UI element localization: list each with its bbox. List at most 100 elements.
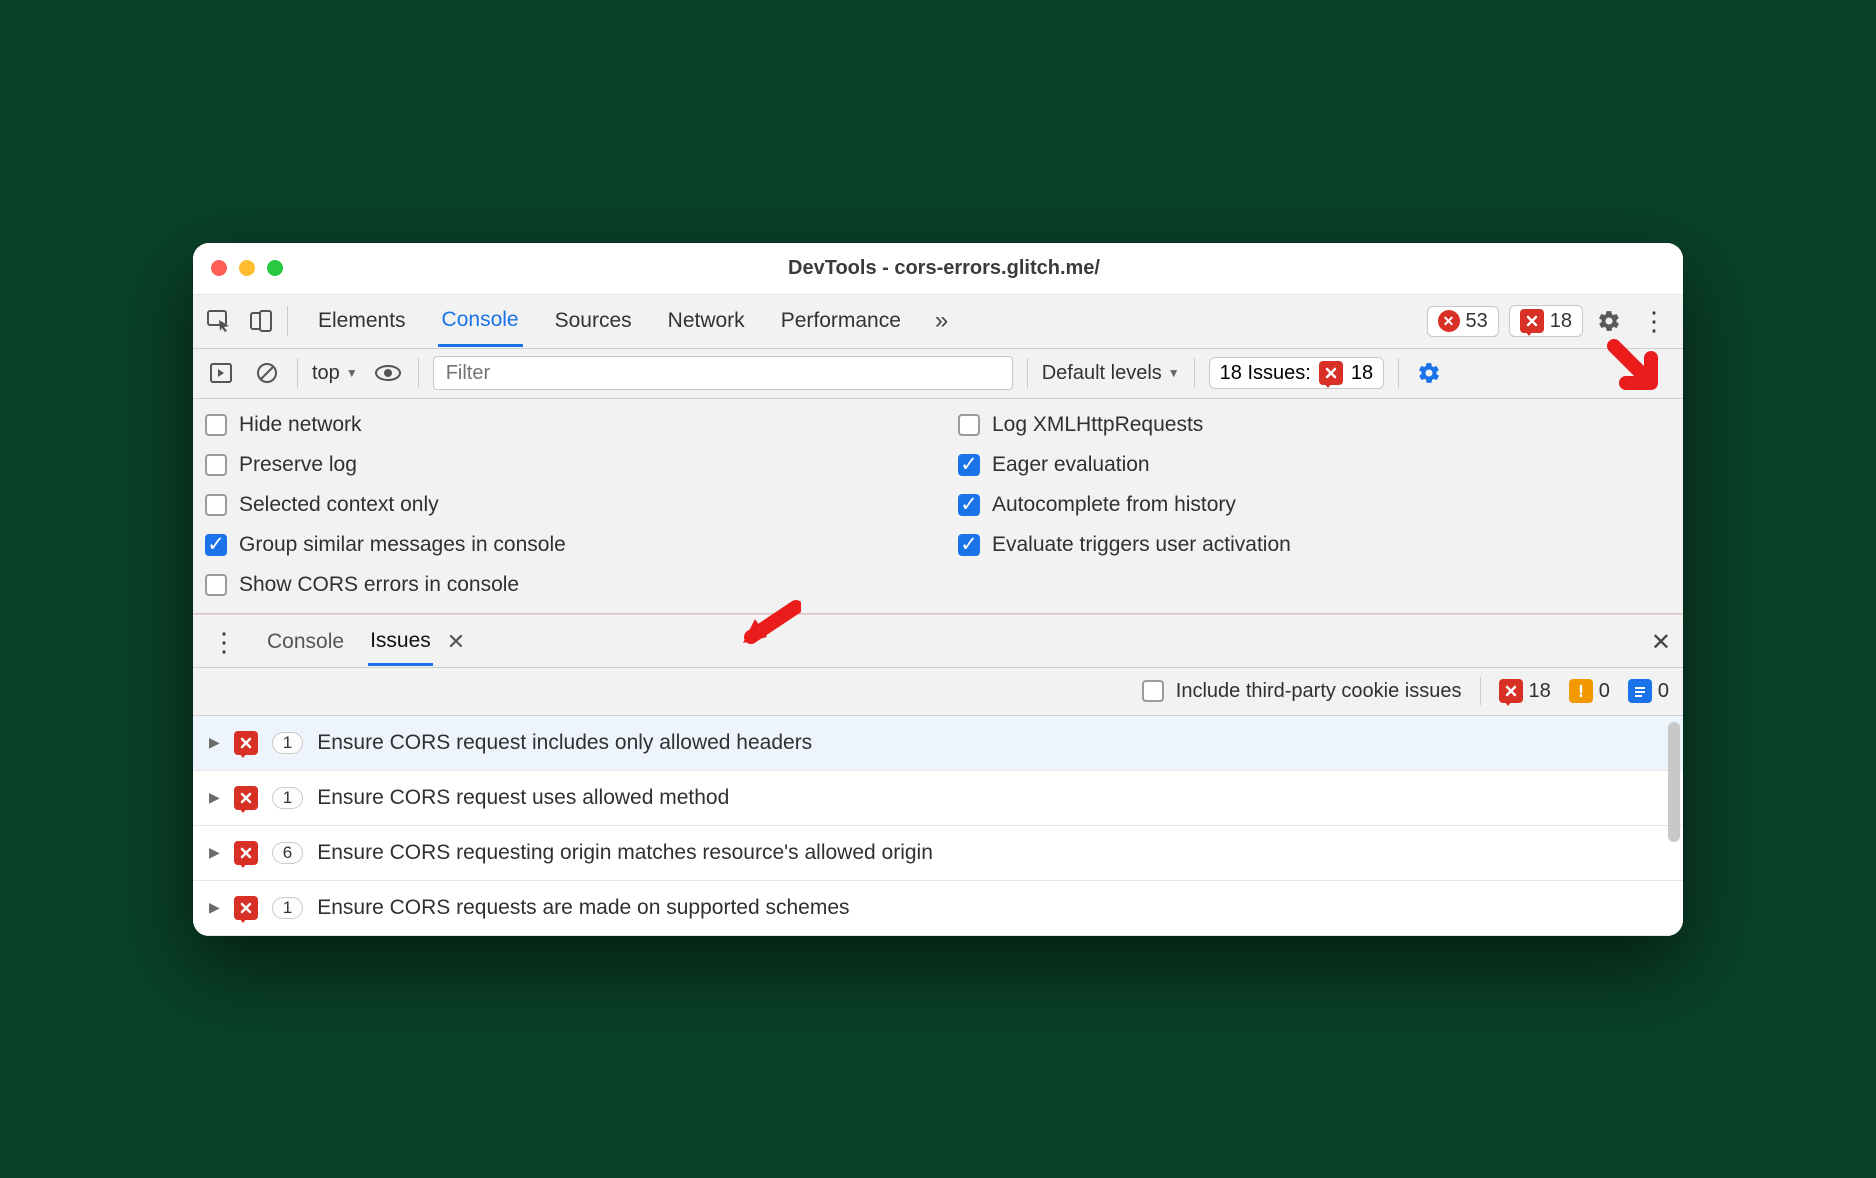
clear-console-icon[interactable] [251, 357, 283, 389]
issue-count: 6 [272, 842, 303, 864]
subbar-div5 [1398, 358, 1399, 388]
chk-show-cors-errors[interactable]: Show CORS errors in console [205, 573, 918, 597]
tab-performance[interactable]: Performance [777, 297, 905, 345]
issue-count: 1 [272, 897, 303, 919]
checkbox-checked-icon: ✓ [958, 534, 980, 556]
error-count-text: 53 [1466, 310, 1488, 333]
main-tabs: Elements Console Sources Network Perform… [314, 296, 950, 347]
disclosure-triangle-icon[interactable]: ▶ [209, 844, 220, 861]
issues-label: 18 Issues: [1220, 362, 1311, 385]
settings-left-col: Hide network Preserve log Selected conte… [205, 413, 918, 597]
error-chip-text: 18 [1550, 310, 1572, 333]
disclosure-triangle-icon[interactable]: ▶ [209, 899, 220, 916]
subbar-div4 [1194, 358, 1195, 388]
log-levels-selector[interactable]: Default levels ▼ [1042, 362, 1180, 385]
issue-row[interactable]: ▶ 1 Ensure CORS requests are made on sup… [193, 881, 1683, 936]
chk-autocomplete-history[interactable]: ✓Autocomplete from history [958, 493, 1671, 517]
issue-row[interactable]: ▶ 1 Ensure CORS request includes only al… [193, 716, 1683, 771]
chk-selected-context[interactable]: Selected context only [205, 493, 918, 517]
drawer-tab-issues[interactable]: Issues [368, 619, 433, 666]
issues-count: 18 [1351, 362, 1373, 385]
issue-row[interactable]: ▶ 1 Ensure CORS request uses allowed met… [193, 771, 1683, 826]
checkbox-icon [205, 574, 227, 596]
issue-count: 1 [272, 732, 303, 754]
chk-include-3p-cookies[interactable]: Include third-party cookie issues [1142, 680, 1462, 703]
page-error-icon [234, 896, 258, 920]
chk-eval-user-activation[interactable]: ✓Evaluate triggers user activation [958, 533, 1671, 557]
error-chip-pill[interactable]: 18 [1509, 305, 1583, 337]
drawer-menu-icon[interactable]: ⋮ [205, 627, 243, 658]
close-dot[interactable] [211, 260, 227, 276]
settings-right-col: Log XMLHttpRequests ✓Eager evaluation ✓A… [958, 413, 1671, 597]
inspect-element-icon[interactable] [203, 305, 235, 337]
page-error-icon [234, 841, 258, 865]
devtools-tabbar: Elements Console Sources Network Perform… [193, 295, 1683, 349]
chk-hide-network[interactable]: Hide network [205, 413, 918, 437]
issue-title: Ensure CORS requesting origin matches re… [317, 841, 933, 865]
tab-elements[interactable]: Elements [314, 297, 410, 345]
zoom-dot[interactable] [267, 260, 283, 276]
info-icon [1628, 679, 1652, 703]
tab-sources[interactable]: Sources [551, 297, 636, 345]
issue-title: Ensure CORS request uses allowed method [317, 786, 729, 810]
summary-warnings[interactable]: 0 [1569, 679, 1610, 703]
issue-count: 1 [272, 787, 303, 809]
disclosure-triangle-icon[interactable]: ▶ [209, 734, 220, 751]
warning-icon [1569, 679, 1593, 703]
checkbox-icon [205, 494, 227, 516]
error-count-pill[interactable]: ✕ 53 [1427, 306, 1499, 337]
error-icon: ✕ [1438, 310, 1460, 332]
checkbox-icon [958, 414, 980, 436]
chk-preserve-log[interactable]: Preserve log [205, 453, 918, 477]
live-expression-icon[interactable] [372, 357, 404, 389]
subbar-div2 [418, 358, 419, 388]
drawer-tabbar: ⋮ Console Issues ✕ ✕ [193, 618, 1683, 668]
page-error-icon [1319, 361, 1343, 385]
window-title: DevTools - cors-errors.glitch.me/ [283, 257, 1605, 280]
chk-group-similar[interactable]: ✓Group similar messages in console [205, 533, 918, 557]
drawer-close-icon[interactable]: ✕ [1651, 628, 1671, 657]
console-settings-panel: Hide network Preserve log Selected conte… [193, 399, 1683, 614]
issue-title: Ensure CORS requests are made on support… [317, 896, 849, 920]
checkbox-checked-icon: ✓ [205, 534, 227, 556]
summary-errors[interactable]: 18 [1499, 679, 1551, 703]
chevron-down-icon: ▼ [1168, 366, 1180, 380]
more-tabs-icon[interactable]: » [933, 297, 950, 345]
checkbox-icon [205, 454, 227, 476]
chevron-down-icon: ▼ [346, 366, 358, 380]
issue-row[interactable]: ▶ 6 Ensure CORS requesting origin matche… [193, 826, 1683, 881]
context-label: top [312, 362, 340, 385]
disclosure-triangle-icon[interactable]: ▶ [209, 789, 220, 806]
menu-kebab-icon[interactable]: ⋮ [1635, 306, 1673, 337]
device-toolbar-icon[interactable] [245, 305, 277, 337]
chk-eager-eval[interactable]: ✓Eager evaluation [958, 453, 1671, 477]
scrollbar-thumb[interactable] [1668, 722, 1680, 842]
subbar-div3 [1027, 358, 1028, 388]
issues-list: ▶ 1 Ensure CORS request includes only al… [193, 716, 1683, 936]
tab-network[interactable]: Network [664, 297, 749, 345]
checkbox-checked-icon: ✓ [958, 494, 980, 516]
tab-console[interactable]: Console [438, 296, 523, 347]
subbar-div1 [297, 358, 298, 388]
issues-pill[interactable]: 18 Issues: 18 [1209, 357, 1384, 389]
context-selector[interactable]: top ▼ [312, 362, 358, 385]
chk-log-xhr[interactable]: Log XMLHttpRequests [958, 413, 1671, 437]
checkbox-checked-icon: ✓ [958, 454, 980, 476]
settings-gear-icon[interactable] [1593, 305, 1625, 337]
levels-label: Default levels [1042, 362, 1162, 385]
filter-input[interactable] [433, 356, 1013, 390]
console-toolbar: top ▼ Default levels ▼ 18 Issues: 18 [193, 349, 1683, 399]
page-error-icon [1499, 679, 1523, 703]
show-sidebar-icon[interactable] [205, 357, 237, 389]
page-error-icon [1520, 309, 1544, 333]
drawer-tab-console[interactable]: Console [265, 620, 346, 664]
issues-summary-bar: Include third-party cookie issues 18 0 0 [193, 668, 1683, 716]
console-settings-icon[interactable] [1413, 357, 1445, 389]
summary-info[interactable]: 0 [1628, 679, 1669, 703]
titlebar: DevTools - cors-errors.glitch.me/ [193, 243, 1683, 295]
page-error-icon [234, 786, 258, 810]
drawer-tab-close-icon[interactable]: ✕ [447, 629, 465, 655]
minimize-dot[interactable] [239, 260, 255, 276]
traffic-lights [211, 260, 283, 276]
checkbox-icon [205, 414, 227, 436]
